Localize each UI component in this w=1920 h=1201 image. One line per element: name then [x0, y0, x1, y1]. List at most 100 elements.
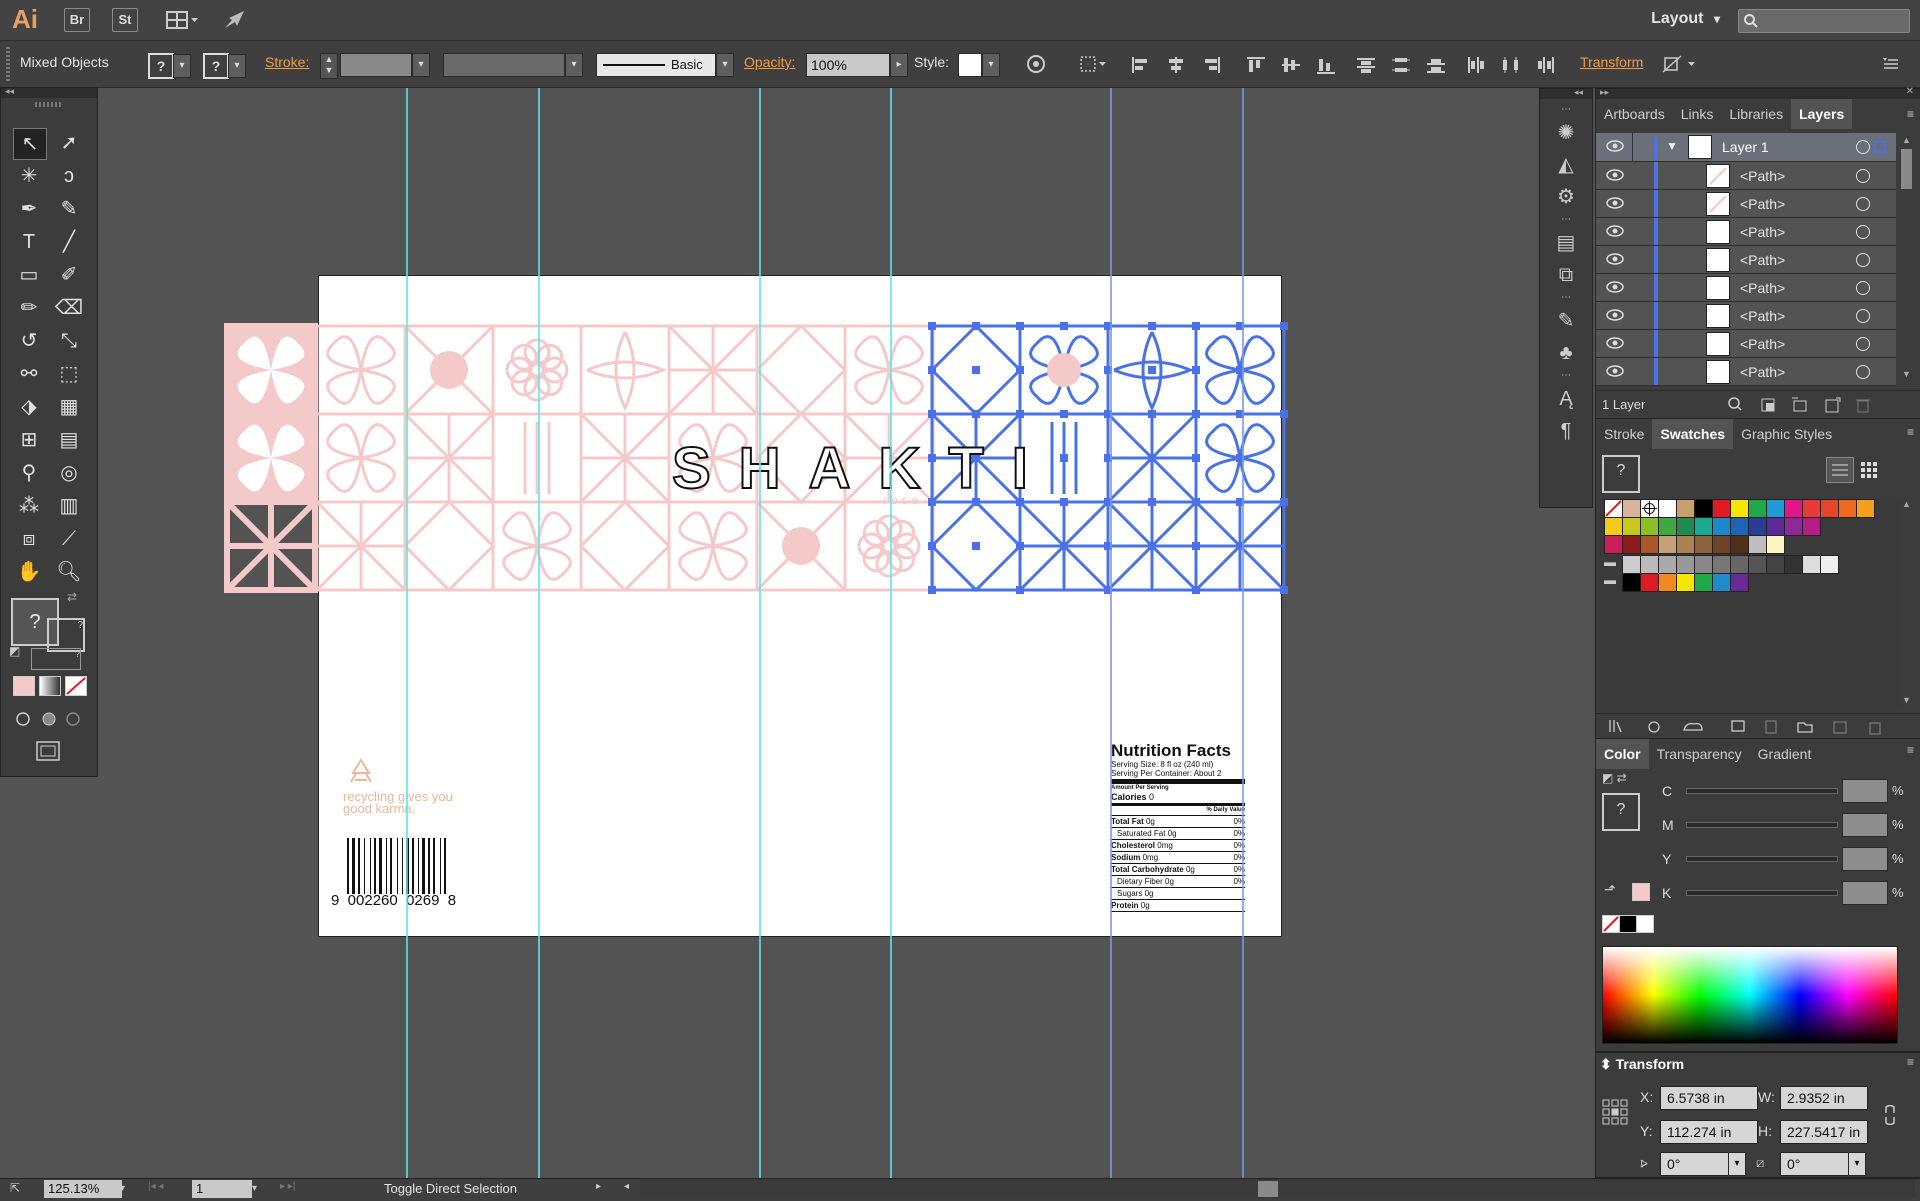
swatch[interactable]	[1622, 535, 1641, 554]
fill-swatch[interactable]: ?	[148, 53, 174, 79]
pen-tool-icon[interactable]: ✒	[13, 194, 45, 224]
swatch[interactable]	[1694, 573, 1713, 592]
swatch[interactable]	[1622, 517, 1641, 536]
zoom-field[interactable]: 125.13%	[44, 1180, 122, 1198]
out-of-gamut-swatch[interactable]	[1632, 883, 1650, 901]
drawing-modes[interactable]	[13, 710, 81, 728]
none-color-button[interactable]	[1602, 915, 1620, 933]
document-canvas[interactable]: SHAKTI rose recycling gives you good kar…	[97, 88, 1539, 1178]
path-row[interactable]: <Path>	[1596, 218, 1896, 246]
gradient-icon[interactable]: ◭	[1540, 149, 1592, 181]
grip-handle[interactable]: ⋯	[1540, 369, 1592, 383]
shear-field[interactable]: 0°	[1780, 1152, 1854, 1176]
swatch[interactable]	[1676, 535, 1695, 554]
color-fill-stroke-indicator[interactable]: ?	[1602, 793, 1640, 831]
transform-panel-link[interactable]: Transform	[1580, 54, 1643, 70]
selection-tool-icon[interactable]: ↖	[13, 128, 47, 160]
transform-panel-menu-icon[interactable]: ≡	[1907, 1055, 1914, 1069]
channel-slider[interactable]	[1686, 822, 1838, 828]
white-color-button[interactable]	[1636, 915, 1654, 933]
swatch[interactable]	[1694, 517, 1713, 536]
magic-wand-tool-icon[interactable]: ✳	[13, 161, 45, 191]
gradient-tool-icon[interactable]: ▤	[53, 425, 85, 455]
opacity-panel-link[interactable]: Opacity:	[744, 54, 795, 70]
swatch[interactable]	[1622, 555, 1641, 574]
target-icon[interactable]	[1856, 140, 1870, 154]
none-mode-button[interactable]	[65, 676, 87, 696]
distribute-top-icon[interactable]	[1355, 55, 1377, 75]
grip-handle[interactable]: ⋯	[1540, 291, 1592, 305]
guide-line[interactable]	[759, 88, 761, 1178]
channel-slider[interactable]	[1686, 890, 1838, 896]
rotate-field[interactable]: 0°	[1660, 1152, 1734, 1176]
blend-tool-icon[interactable]: ◎	[53, 458, 85, 488]
swatch[interactable]	[1640, 517, 1659, 536]
workspace-switcher[interactable]: Layout ▾	[1651, 10, 1720, 28]
swatch[interactable]	[1712, 517, 1731, 536]
swatch[interactable]	[1784, 499, 1803, 518]
swatch[interactable]	[1658, 555, 1677, 574]
column-graph-tool-icon[interactable]: ▥	[53, 491, 85, 521]
distribute-vertical-center-icon[interactable]	[1390, 55, 1412, 75]
barcode[interactable]: 9 002260 0269 8	[331, 838, 465, 909]
path-name[interactable]: <Path>	[1740, 196, 1785, 212]
path-name[interactable]: <Path>	[1740, 308, 1785, 324]
swatch[interactable]	[1748, 555, 1767, 574]
swatch-scroll-down-icon[interactable]: ▼	[1902, 695, 1911, 705]
black-color-button[interactable]	[1619, 915, 1637, 933]
swatch[interactable]	[1730, 555, 1749, 574]
swatch[interactable]	[1676, 555, 1695, 574]
swatches-tab-graphic-styles[interactable]: Graphic Styles	[1733, 419, 1840, 449]
align-left-icon[interactable]	[1130, 55, 1152, 75]
reference-point-icon[interactable]	[1602, 1099, 1628, 1125]
swatch[interactable]	[1766, 499, 1785, 518]
share-icon[interactable]: ⇱	[10, 1181, 20, 1195]
variable-width-profile[interactable]	[443, 53, 565, 77]
isolate-group-icon[interactable]	[1662, 54, 1702, 74]
h-field[interactable]: 227.5417 in	[1780, 1120, 1868, 1144]
layer-row[interactable]: ▼ Layer 1	[1596, 133, 1896, 162]
gpu-performance-icon[interactable]	[222, 8, 248, 32]
swatch[interactable]	[1640, 535, 1659, 554]
align-right-icon[interactable]	[1200, 55, 1222, 75]
target-icon[interactable]	[1856, 197, 1870, 211]
distribute-bottom-icon[interactable]	[1425, 55, 1447, 75]
artboard-number-field[interactable]: 1	[192, 1180, 252, 1198]
out-of-gamut-icon[interactable]: ⬏	[1604, 881, 1616, 898]
recycle-icon[interactable]	[345, 756, 377, 788]
color-spectrum[interactable]	[1602, 946, 1898, 1044]
fill-dropdown[interactable]: ▾	[173, 54, 191, 78]
rectangle-tool-icon[interactable]: ▭	[13, 260, 45, 290]
visibility-eye-icon[interactable]	[1606, 308, 1624, 325]
swatch[interactable]	[1784, 555, 1803, 574]
brand-title[interactable]: SHAKTI	[671, 439, 1056, 499]
panel-grip[interactable]	[6, 47, 10, 81]
y-field[interactable]: 112.274 in	[1660, 1120, 1758, 1144]
brand-subtitle[interactable]: rose	[883, 493, 922, 507]
disclosure-triangle-icon[interactable]: ▼	[1666, 139, 1678, 153]
swatch[interactable]	[1676, 517, 1695, 536]
type-tool-icon[interactable]: T	[13, 227, 45, 257]
direct-selection-tool-icon[interactable]: ➚	[53, 128, 85, 158]
target-icon[interactable]	[1856, 281, 1870, 295]
curvature-tool-icon[interactable]: ✎	[53, 194, 85, 224]
align-horizontal-center-icon[interactable]	[1165, 55, 1187, 75]
swatch[interactable]	[1712, 535, 1731, 554]
swatch-rose[interactable]	[1622, 499, 1641, 518]
swatch[interactable]	[1640, 573, 1659, 592]
bridge-button[interactable]: Br	[64, 8, 90, 32]
stroke-weight-dropdown[interactable]: ▾	[412, 53, 430, 77]
variable-width-dropdown[interactable]: ▾	[565, 53, 583, 77]
color-tab-transparency[interactable]: Transparency	[1649, 739, 1750, 769]
horizontal-scroll-thumb[interactable]	[1258, 1181, 1278, 1197]
color-mode-button[interactable]	[13, 676, 35, 696]
brush-definition[interactable]: Basic	[596, 53, 716, 77]
align-top-icon[interactable]	[1245, 55, 1267, 75]
scroll-thumb[interactable]	[1901, 149, 1912, 189]
path-name[interactable]: <Path>	[1740, 168, 1785, 184]
recolor-artwork-icon[interactable]	[1026, 54, 1046, 74]
eraser-tool-icon[interactable]: ⌫	[53, 293, 85, 323]
swatch[interactable]	[1766, 535, 1785, 554]
swatch[interactable]	[1712, 555, 1731, 574]
align-vertical-center-icon[interactable]	[1280, 55, 1302, 75]
